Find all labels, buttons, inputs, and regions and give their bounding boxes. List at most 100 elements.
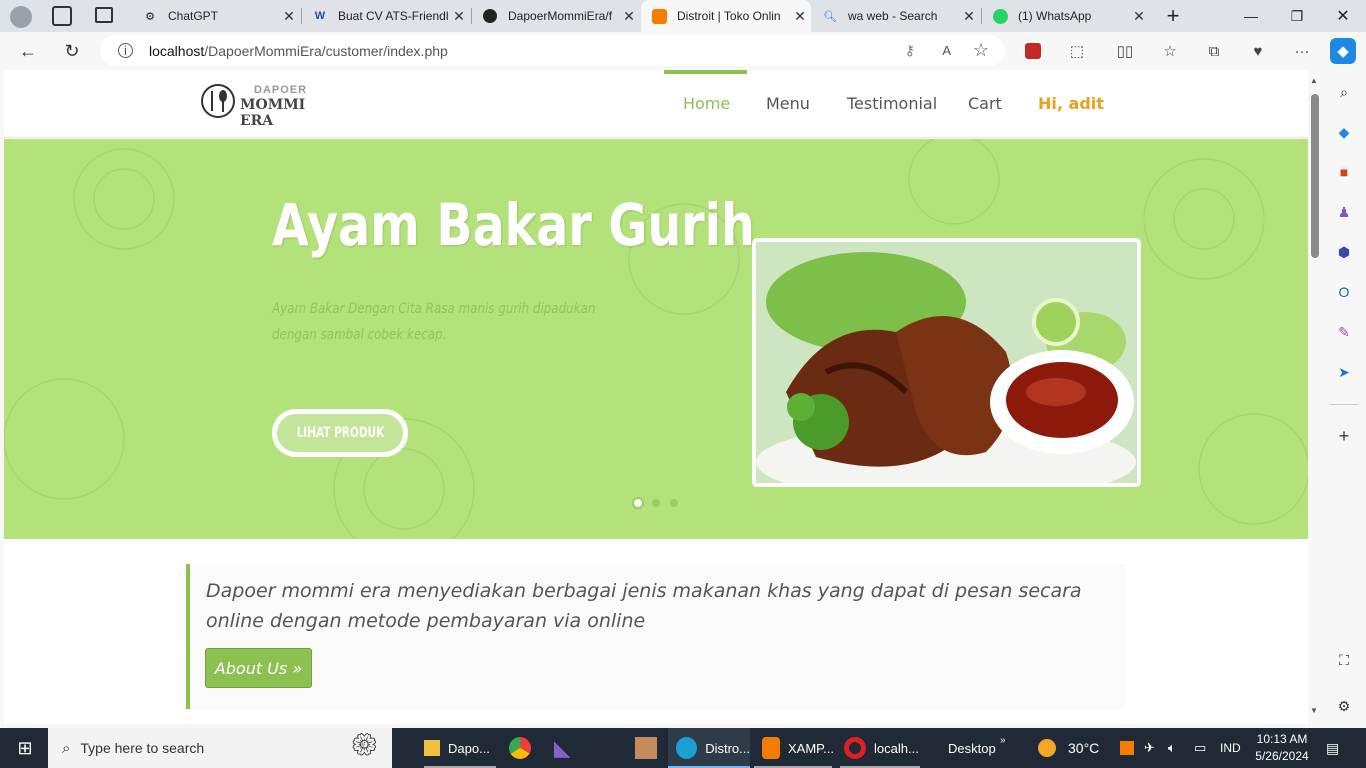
address-toolbar: ← ↻ i localhost/DapoerMommiEra/customer/… xyxy=(0,32,1366,70)
weather-icon xyxy=(1038,728,1058,768)
taskbar-search[interactable]: ⌕ Type here to search 🌼︎ xyxy=(48,728,392,768)
window-close-icon[interactable]: ✕ xyxy=(1320,0,1366,32)
language-indicator[interactable]: IND xyxy=(1220,728,1241,768)
info-icon[interactable]: i xyxy=(118,43,133,58)
temperature[interactable]: 30°C xyxy=(1068,728,1099,768)
chevron-right-icon[interactable]: » xyxy=(1000,720,1006,760)
close-icon[interactable]: ✕ xyxy=(448,8,470,25)
close-icon[interactable]: ✕ xyxy=(278,8,300,25)
copilot-icon[interactable]: ◆ xyxy=(1330,38,1356,64)
sidebar-add-icon[interactable]: + xyxy=(1334,426,1354,446)
taskbar-edge[interactable]: Distro... xyxy=(668,728,750,768)
lihat-produk-button[interactable]: LIHAT PRODUK xyxy=(272,409,408,457)
xampp-icon xyxy=(651,8,667,24)
site-header: DAPOER MOMMI ERA Home Menu Testimonial C… xyxy=(4,70,1308,138)
workspaces-icon[interactable] xyxy=(52,6,72,26)
grilled-chicken-image xyxy=(756,242,1137,483)
word-icon: W xyxy=(314,10,326,22)
close-icon[interactable]: ✕ xyxy=(789,8,811,25)
nav-cart[interactable]: Cart xyxy=(968,94,1002,113)
sidebar-m365-icon[interactable]: ⬢ xyxy=(1334,242,1354,262)
hero-title: Ayam Bakar Gurih xyxy=(272,191,755,259)
opera-icon xyxy=(844,737,866,759)
chrome-icon[interactable] xyxy=(508,728,532,768)
nav-user-greeting[interactable]: Hi, adit xyxy=(1038,94,1104,113)
folder-icon xyxy=(424,740,440,756)
sidebar-screenshot-icon[interactable]: ⛶ xyxy=(1334,650,1354,670)
sidebar-outlook-icon[interactable]: O xyxy=(1334,282,1354,302)
taskbar-explorer[interactable]: Dapo... xyxy=(424,728,498,768)
scroll-down-icon[interactable]: ▼ xyxy=(1310,706,1318,715)
page-scrollbar[interactable]: ▲ ▼ xyxy=(1308,70,1322,724)
scrollbar-thumb[interactable] xyxy=(1311,94,1319,258)
tab-github[interactable]: DapoerMommiEra/f ✕ xyxy=(472,0,640,32)
split-screen-icon[interactable]: ▯▯ xyxy=(1111,38,1139,64)
tab-distroit[interactable]: Distroit | Toko Onlin ✕ xyxy=(641,0,811,32)
nav-menu[interactable]: Menu xyxy=(766,94,810,113)
sidebar-search-icon[interactable]: ⌕ xyxy=(1334,82,1354,102)
nav-testimonial[interactable]: Testimonial xyxy=(847,94,937,113)
slider-dot-3[interactable] xyxy=(668,497,680,509)
minimize-icon[interactable]: — xyxy=(1228,0,1274,32)
tab-wa-search[interactable]: 🔍︎ wa web - Search ✕ xyxy=(812,0,980,32)
browser-tab-bar: ⚙ ChatGPT ✕ W Buat CV ATS-Friendl ✕ Dapo… xyxy=(0,0,1366,32)
url-bar[interactable]: i localhost/DapoerMommiEra/customer/inde… xyxy=(100,35,1005,66)
sidebar-designer-icon[interactable]: ✎ xyxy=(1334,322,1354,342)
tab-cv[interactable]: W Buat CV ATS-Friendl ✕ xyxy=(302,0,470,32)
tray-volume-icon[interactable]: 🔈︎ xyxy=(1168,728,1176,768)
tab-chatgpt[interactable]: ⚙ ChatGPT ✕ xyxy=(132,0,300,32)
taskbar-xampp[interactable]: XAMP... xyxy=(754,728,834,768)
photo-app-icon[interactable] xyxy=(634,728,658,768)
tab-whatsapp[interactable]: (1) WhatsApp ✕ xyxy=(982,0,1150,32)
performance-icon[interactable]: ♥ xyxy=(1244,38,1272,64)
sidebar-tools-icon[interactable]: ■ xyxy=(1334,162,1354,182)
desktop-toolbar[interactable]: Desktop xyxy=(948,728,996,768)
close-icon[interactable]: ✕ xyxy=(958,8,980,25)
sidebar-tag-icon[interactable]: ◆ xyxy=(1334,122,1354,142)
about-text: Dapoer mommi era menyediakan berbagai je… xyxy=(206,580,1082,632)
back-icon[interactable]: ← xyxy=(12,36,44,66)
slider-dot-1[interactable] xyxy=(632,497,644,509)
fork-spoon-icon xyxy=(201,84,235,118)
close-icon[interactable]: ✕ xyxy=(1128,8,1150,25)
collections-icon[interactable]: ⧉ xyxy=(1200,38,1228,64)
extensions-icon[interactable]: ⬚ xyxy=(1063,38,1091,64)
visual-studio-icon[interactable]: ◣ xyxy=(550,728,574,768)
tab-actions-icon[interactable] xyxy=(95,7,113,23)
sidebar-send-icon[interactable]: ➤ xyxy=(1334,362,1354,382)
sidebar-settings-icon[interactable]: ⚙ xyxy=(1334,696,1354,716)
clock[interactable]: 10:13 AM 5/26/2024 xyxy=(1254,728,1310,768)
read-aloud-icon[interactable]: A xyxy=(942,43,951,58)
windows-start-icon[interactable]: ⊞ xyxy=(14,728,36,768)
scroll-up-icon[interactable]: ▲ xyxy=(1310,76,1318,85)
site-logo[interactable]: DAPOER MOMMI ERA xyxy=(200,82,330,129)
restore-icon[interactable]: ❐ xyxy=(1274,0,1320,32)
about-callout: Dapoer mommi era menyediakan berbagai je… xyxy=(186,564,1126,709)
key-icon[interactable]: ⚷ xyxy=(905,42,915,59)
nav-home[interactable]: Home xyxy=(683,94,730,113)
hero-food-image xyxy=(752,238,1141,487)
slider-dot-2[interactable] xyxy=(650,497,662,509)
xampp-icon xyxy=(762,737,780,759)
chatgpt-icon: ⚙ xyxy=(145,10,155,23)
hero-description: Ayam Bakar Dengan Cita Rasa manis gurih … xyxy=(272,301,596,343)
more-icon[interactable]: ··· xyxy=(1288,38,1316,64)
favorites-icon[interactable]: ☆ xyxy=(1156,38,1184,64)
sidebar-games-icon[interactable]: ♟ xyxy=(1334,202,1354,222)
new-tab-icon[interactable]: + xyxy=(1150,0,1196,32)
tray-xampp-icon[interactable] xyxy=(1120,728,1136,768)
tray-network-icon[interactable]: ✈ xyxy=(1144,728,1155,768)
windows-taskbar: ⊞ ⌕ Type here to search 🌼︎ Dapo... ◣ Dis… xyxy=(0,728,1366,768)
extension-red-icon[interactable] xyxy=(1019,38,1047,64)
search-icon: ⌕ xyxy=(62,739,71,757)
whatsapp-icon xyxy=(992,8,1008,24)
notifications-icon[interactable]: ▤ xyxy=(1326,728,1346,768)
favorite-star-icon[interactable]: ☆ xyxy=(973,40,989,61)
refresh-icon[interactable]: ↻ xyxy=(56,36,88,66)
profile-icon[interactable] xyxy=(10,6,32,28)
close-icon[interactable]: ✕ xyxy=(618,8,640,25)
about-us-button[interactable]: About Us » xyxy=(205,648,312,688)
github-icon xyxy=(482,8,498,24)
taskbar-opera[interactable]: localh... xyxy=(840,728,920,768)
tray-battery-icon[interactable]: ▭ xyxy=(1194,728,1206,768)
